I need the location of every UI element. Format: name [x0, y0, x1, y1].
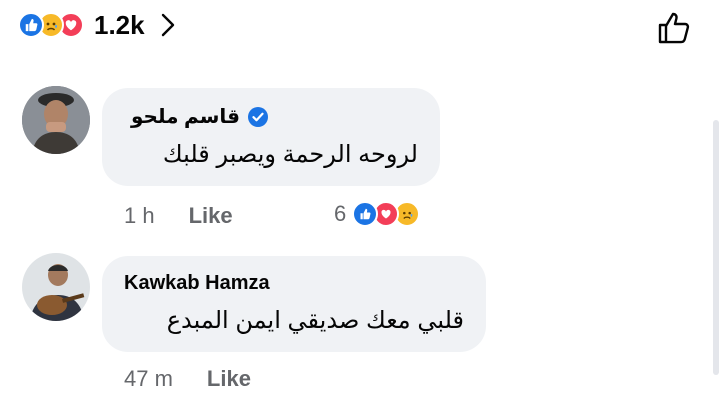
comment-text: قلبي معك صديقي ايمن المبدع	[166, 307, 464, 334]
comment-bubble: Kawkab Hamza قلبي معك صديقي ايمن المبدع	[102, 256, 486, 352]
reaction-total: 1.2k	[94, 9, 145, 40]
post-reactions-summary[interactable]: 1.2k	[18, 8, 175, 42]
like-icon	[18, 12, 44, 38]
comment-meta: 47 m Like	[124, 366, 251, 392]
comment-text: لروحه الرحمة ويصبر قلبك	[162, 141, 418, 168]
comment-meta: 1 h Like	[124, 203, 233, 229]
like-icon	[352, 201, 379, 227]
comment-author[interactable]: قاسم ملحو	[131, 104, 240, 129]
scrollbar[interactable]	[713, 120, 719, 375]
comment-reaction-count: 6	[334, 201, 347, 226]
avatar[interactable]	[22, 253, 90, 321]
comment-time[interactable]: 47 m	[124, 366, 173, 392]
comment-bubble: قاسم ملحو لروحه الرحمة ويصبر قلبك	[102, 88, 440, 186]
verified-badge-icon	[248, 106, 268, 127]
reaction-icons	[18, 12, 84, 38]
comment-reactions[interactable]: 6	[334, 201, 421, 227]
avatar[interactable]	[22, 86, 90, 154]
comment-like-button[interactable]: Like	[189, 203, 233, 229]
comment-author[interactable]: Kawkab Hamza	[124, 272, 270, 295]
like-post-button[interactable]	[655, 8, 695, 48]
thumbs-up-icon	[658, 12, 690, 44]
chevron-right-icon[interactable]	[161, 13, 175, 37]
comment-like-button[interactable]: Like	[207, 366, 251, 392]
comment-time[interactable]: 1 h	[124, 203, 155, 229]
